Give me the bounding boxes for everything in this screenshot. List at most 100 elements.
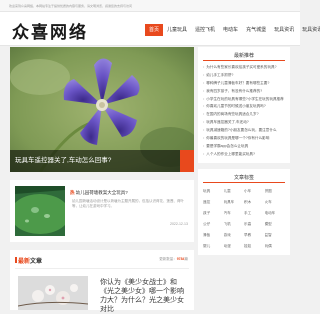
main-column: 玩具车遥控器关了,车动怎么回事? 热 幼儿园荷塘教案大全玩具? 幼儿园荷塘活动设… xyxy=(10,47,194,313)
article-tags-heading: 文章标签 xyxy=(203,173,285,183)
tag-link[interactable]: 动漫 xyxy=(224,241,245,252)
news-list-item[interactable]: • 为什么有些家长喜欢给孩子买可爱系的玩具? xyxy=(203,64,285,72)
update-count-label: 更新数量： xyxy=(159,257,177,261)
article-thumbnail[interactable] xyxy=(18,276,88,310)
hero-slider[interactable]: 玩具车遥控器关了,车动怎么回事? xyxy=(10,47,194,172)
news-list-item[interactable]: • 小学生在玩的玩具有哪些?小学生在玩的玩具推荐 xyxy=(203,96,285,104)
tag-link[interactable]: 汽车 xyxy=(224,208,245,219)
bullet-icon: • xyxy=(203,151,205,156)
tag-cloud: 玩具 儿童 小车 拼图 遥控 玩具车 积木 火车 孩子 汽车 手工 电动车 公仔… xyxy=(203,186,285,252)
tag-link[interactable]: 游戏 xyxy=(224,230,245,241)
news-list-item[interactable]: • 你喜欢儿童节的时候送小朋友玩具吗? xyxy=(203,103,285,111)
section-title-accent: 最新 xyxy=(18,259,31,265)
news-list-item[interactable]: • 八个人的作业上哪里能买玩具? xyxy=(203,151,285,159)
section-title: 最新文章 xyxy=(18,256,42,265)
news-list-item[interactable]: • 要是学霸app会怎么让玩具 xyxy=(203,143,285,151)
nav-item-home[interactable]: 首页 xyxy=(145,24,164,36)
bullet-icon: • xyxy=(203,88,205,93)
tag-link[interactable]: 娃娃 xyxy=(244,241,265,252)
news-link[interactable]: 幼儿手工手抓饼? xyxy=(206,72,233,80)
news-list-item[interactable]: • 玩具车遥控器关了,车还动? xyxy=(203,119,285,127)
bullet-icon: • xyxy=(203,120,205,125)
tag-link[interactable]: 公仔 xyxy=(203,219,224,230)
tag-link[interactable]: 小车 xyxy=(244,186,265,197)
section-divider xyxy=(15,268,189,269)
tag-link[interactable]: 玩具车 xyxy=(224,197,245,208)
nav-item-bouncy-castles[interactable]: 充气城堡 xyxy=(242,24,270,36)
latest-articles-section: 最新文章 更新数量：9784篇 你认为《美少女战士》和《光之美少女》哪一个影响力… xyxy=(10,250,194,313)
news-link[interactable]: 我有四岁孩子，有没有什么推荐的? xyxy=(206,88,262,96)
news-list-item[interactable]: • 哪种牌子儿童滑板车好？要有哪些主要? xyxy=(203,80,285,88)
news-link[interactable]: 为什么有些家长喜欢给孩子买可爱系的玩具? xyxy=(206,64,276,72)
news-link[interactable]: 八个人的作业上哪里能买玩具? xyxy=(206,151,255,159)
tag-link[interactable]: 玩偶 xyxy=(265,241,286,252)
tag-link[interactable]: 乐高 xyxy=(244,219,265,230)
tag-link[interactable]: 早教 xyxy=(244,230,265,241)
site-logo[interactable]: 众喜网络 xyxy=(12,18,88,43)
card-title-text[interactable]: 幼儿园荷塘教案大全玩具? xyxy=(76,190,128,195)
site-header: 众喜网络 首页 儿童玩具 遥控飞机 电动车 充气城堡 玩具资讯 玩具资讯 xyxy=(0,12,320,46)
section-title-rest: 文章 xyxy=(30,259,43,265)
hot-icon: 热 xyxy=(70,190,75,195)
nav-item-toy-news[interactable]: 玩具资讯 xyxy=(270,24,298,36)
news-link[interactable]: 玩具减速箱的?小朋友要怎么玩，要注意什么 xyxy=(206,127,276,135)
tag-link[interactable]: 积木 xyxy=(244,197,265,208)
nav-item-toy-news-2[interactable]: 玩具资讯 xyxy=(298,24,320,36)
bullet-icon: • xyxy=(203,80,205,85)
latest-recommend-panel: 最新推荐 • 为什么有些家长喜欢给孩子买可爱系的玩具? • 幼儿手工手抓饼? • 哪种… xyxy=(198,47,290,163)
news-link[interactable]: 在国内的商场有些玩具适合几岁? xyxy=(206,111,258,119)
tag-link[interactable]: 玩具 xyxy=(203,186,224,197)
bullet-icon: • xyxy=(203,143,205,148)
nav-item-kids-toys[interactable]: 儿童玩具 xyxy=(163,24,191,36)
bullet-icon: • xyxy=(203,104,205,109)
tag-link[interactable]: 飞机 xyxy=(224,219,245,230)
article-tags-panel: 文章标签 玩具 儿童 小车 拼图 遥控 玩具车 积木 火车 孩子 汽车 手工 电… xyxy=(198,168,290,255)
news-link[interactable]: 玩具车遥控器关了,车还动? xyxy=(206,119,249,127)
tag-link[interactable]: 儿童 xyxy=(224,186,245,197)
news-link[interactable]: 你喜欢儿童节的时候送小朋友玩具吗? xyxy=(206,103,266,111)
announcement-text: 欢迎来到众喜网络，本网站专注于提供优质的内容与服务，请文明浏览，感谢您的支持与访… xyxy=(9,4,133,8)
news-list-item[interactable]: • 你最喜欢的玩具是哪一个?你有什么影响 xyxy=(203,135,285,143)
card-title[interactable]: 热 幼儿园荷塘教案大全玩具? xyxy=(70,190,128,196)
tag-link[interactable]: 滑板 xyxy=(203,230,224,241)
news-link[interactable]: 小学生在玩的玩具有哪些?小学生在玩的玩具推荐 xyxy=(206,96,283,104)
update-count-value: 9784 xyxy=(176,257,185,261)
tag-link[interactable]: 模型 xyxy=(265,219,286,230)
main-nav: 首页 儿童玩具 遥控飞机 电动车 充气城堡 玩具资讯 玩具资讯 xyxy=(145,24,320,46)
news-link[interactable]: 要是学霸app会怎么让玩具 xyxy=(206,143,248,151)
article-title[interactable]: 你认为《美少女战士》和《光之美少女》哪一个影响力大？为什么？光之美少女对比 xyxy=(100,278,190,314)
tag-link[interactable]: 婴儿 xyxy=(203,241,224,252)
bullet-icon: • xyxy=(203,65,205,69)
update-count: 更新数量：9784篇 xyxy=(159,257,188,262)
hero-accent-marker xyxy=(180,150,194,172)
bullet-icon: • xyxy=(203,136,205,141)
news-link[interactable]: 你最喜欢的玩具是哪一个?你有什么影响 xyxy=(206,135,269,143)
tag-link[interactable]: 火车 xyxy=(265,197,286,208)
news-list-item[interactable]: • 我有四岁孩子，有没有什么推荐的? xyxy=(203,88,285,96)
tag-link[interactable]: 益智 xyxy=(265,230,286,241)
bullet-icon: • xyxy=(203,128,205,133)
tag-link[interactable]: 孩子 xyxy=(203,208,224,219)
card-thumbnail[interactable] xyxy=(15,186,65,236)
update-count-unit: 篇 xyxy=(184,257,189,261)
cherry-blossom-image xyxy=(18,276,88,310)
news-list-item[interactable]: • 幼儿手工手抓饼? xyxy=(203,72,285,80)
top-announcement-bar: 欢迎来到众喜网络，本网站专注于提供优质的内容与服务，请文明浏览，感谢您的支持与访… xyxy=(0,0,300,12)
news-list-item[interactable]: • 玩具减速箱的?小朋友要怎么玩，要注意什么 xyxy=(203,127,285,135)
news-link[interactable]: 哪种牌子儿童滑板车好？要有哪些主要? xyxy=(206,80,269,88)
tag-link[interactable]: 手工 xyxy=(244,208,265,219)
nav-item-electric-cars[interactable]: 电动车 xyxy=(219,24,242,36)
nav-item-rc-planes[interactable]: 遥控飞机 xyxy=(191,24,219,36)
news-list-item[interactable]: • 在国内的商场有些玩具适合几岁? xyxy=(203,111,285,119)
featured-card[interactable]: 热 幼儿园荷塘教案大全玩具? 幼儿园荷塘活动设计是以荷塘为主题开展的，包括认识荷… xyxy=(10,180,194,242)
tag-link[interactable]: 电动车 xyxy=(265,208,286,219)
card-description: 幼儿园荷塘活动设计是以荷塘为主题开展的，包括认识荷花、莲蓬、荷叶等，让幼儿在游戏… xyxy=(72,199,184,208)
tag-link[interactable]: 拼图 xyxy=(265,186,286,197)
card-date: 2022-12-13 xyxy=(170,222,188,226)
tag-link[interactable]: 遥控 xyxy=(203,197,224,208)
lotus-leaf-image xyxy=(15,186,65,236)
sidebar: 最新推荐 • 为什么有些家长喜欢给孩子买可爱系的玩具? • 幼儿手工手抓饼? • 哪种… xyxy=(198,47,290,255)
bullet-icon: • xyxy=(203,96,205,101)
bullet-icon: • xyxy=(203,112,205,117)
hero-caption[interactable]: 玩具车遥控器关了,车动怎么回事? xyxy=(10,150,194,172)
